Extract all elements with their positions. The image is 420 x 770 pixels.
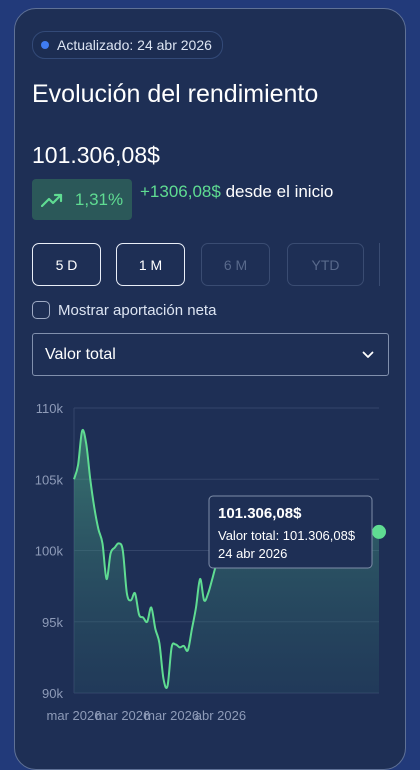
y-tick-label: 100k xyxy=(35,544,64,559)
active-point[interactable] xyxy=(372,524,386,539)
performance-chart[interactable]: 110k105k100k95k90kmar 2026mar 2026mar 20… xyxy=(0,0,420,738)
x-tick-label: abr 2026 xyxy=(195,708,246,723)
x-tick-label: mar 2026 xyxy=(95,708,150,723)
y-tick-label: 95k xyxy=(42,615,63,630)
tooltip-date: 24 abr 2026 xyxy=(218,546,287,561)
y-tick-label: 90k xyxy=(42,686,63,701)
y-tick-label: 110k xyxy=(36,401,64,416)
x-tick-label: mar 2026 xyxy=(144,708,199,723)
y-tick-label: 105k xyxy=(35,472,64,487)
tooltip-value: 101.306,08$ xyxy=(218,505,302,522)
tooltip-series-value: Valor total: 101.306,08$ xyxy=(218,528,356,543)
x-tick-label: mar 2026 xyxy=(47,708,102,723)
